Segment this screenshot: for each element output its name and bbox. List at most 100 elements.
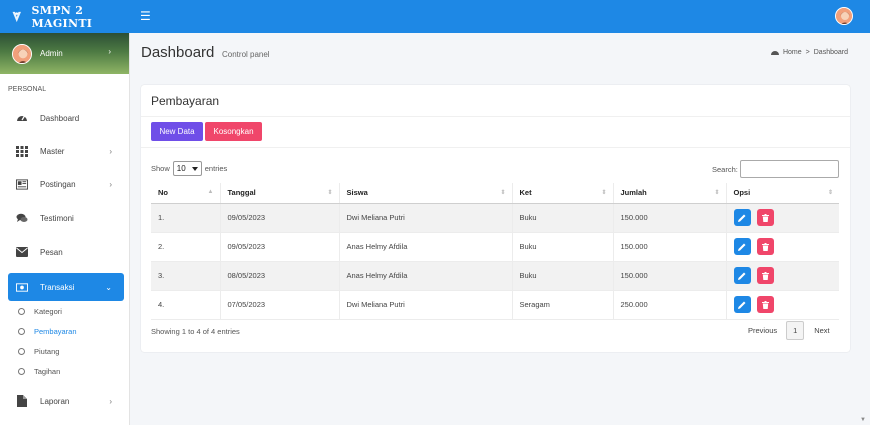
user-name: Admin (40, 49, 63, 58)
sidebar-item-pesan[interactable]: Pesan (8, 238, 124, 266)
chevron-right-icon: › (109, 179, 112, 189)
trash-icon (761, 242, 769, 251)
page-title: Dashboard (141, 44, 215, 61)
show-label: Show (151, 164, 170, 173)
circle-icon (18, 308, 25, 315)
scroll-down-icon[interactable]: ▼ (860, 417, 866, 423)
brand[interactable]: SMPN 2 MAGINTI (0, 0, 130, 33)
show-entries: Show 10 entries (151, 161, 227, 176)
user-avatar (12, 43, 32, 64)
sidebar-item-laporan[interactable]: Laporan › (8, 387, 124, 415)
sort-asc-icon: ▲ (207, 189, 214, 195)
sidebar-subitem-label: Pembayaran (34, 327, 77, 336)
circle-icon (18, 328, 25, 335)
card-title: Pembayaran (151, 94, 220, 108)
sidebar-subitem-pembayaran[interactable]: Pembayaran (18, 327, 77, 336)
edit-button[interactable] (733, 209, 751, 226)
entries-label: entries (204, 164, 228, 173)
sidebar-item-label: Dashboard (40, 113, 80, 123)
new-data-button[interactable]: New Data (151, 122, 203, 141)
column-header-no[interactable]: No ▲ (151, 183, 220, 204)
pembayaran-card: Pembayaran New Data Kosongkan Show 10 en… (141, 85, 850, 352)
chevron-right-icon: › (109, 396, 112, 406)
pencil-icon (738, 301, 746, 309)
chevron-down-icon (191, 166, 198, 171)
trash-icon (761, 300, 769, 309)
table-info: Showing 1 to 4 of 4 entries (151, 327, 240, 336)
delete-button[interactable] (756, 296, 774, 313)
delete-button[interactable] (756, 209, 774, 226)
sidebar-subitem-label: Piutang (34, 347, 60, 356)
column-header-siswa[interactable]: Siswa ⇕ (338, 183, 512, 204)
entries-select[interactable]: 10 (172, 161, 202, 176)
pencil-icon (738, 214, 746, 222)
sidebar-item-label: Testimoni (40, 213, 74, 223)
sort-icon: ⇕ (827, 190, 833, 196)
sort-icon: ⇕ (601, 190, 607, 196)
school-logo-icon (12, 11, 21, 22)
edit-button[interactable] (733, 267, 751, 284)
sidebar: Admin › PERSONAL Dashboard Master › Post… (0, 33, 130, 425)
column-header-jumlah[interactable]: Jumlah ⇕ (612, 183, 726, 204)
sort-icon: ⇕ (327, 190, 333, 196)
table-row: 1. 09/05/2023 Dwi Meliana Putri Buku 150… (151, 203, 839, 233)
edit-button[interactable] (733, 296, 751, 313)
divider (141, 116, 850, 117)
column-header-opsi[interactable]: Opsi ⇕ (725, 183, 839, 204)
table-row: 3. 08/05/2023 Anas Helmy Afdila Buku 150… (151, 261, 839, 291)
edit-button[interactable] (733, 238, 751, 255)
sidebar-item-dashboard[interactable]: Dashboard (8, 104, 124, 132)
breadcrumb-separator: > (805, 49, 810, 56)
sidebar-item-label: Laporan (40, 396, 70, 406)
next-button[interactable]: Next (814, 326, 829, 335)
breadcrumb-home[interactable]: Home (783, 49, 802, 56)
pencil-icon (738, 272, 746, 280)
page-subtitle: Control panel (222, 50, 270, 59)
sidebar-subitem-piutang[interactable]: Piutang (18, 347, 59, 356)
delete-button[interactable] (756, 238, 774, 255)
column-header-ket[interactable]: Ket ⇕ (511, 183, 613, 204)
chevron-right-icon: › (109, 146, 112, 156)
table-header-row: No ▲ Tanggal ⇕ Siswa ⇕ Ket ⇕ Jumlah ⇕ Opsi ⇕ (151, 183, 839, 204)
top-navbar: SMPN 2 MAGINTI ☰ (0, 0, 870, 33)
comments-icon (16, 212, 28, 224)
sidebar-subitem-tagihan[interactable]: Tagihan (18, 367, 60, 376)
previous-button[interactable]: Previous (748, 326, 777, 335)
newspaper-icon (16, 178, 28, 190)
envelope-icon (16, 246, 28, 258)
chevron-down-icon: ⌄ (105, 282, 112, 292)
entries-value: 10 (176, 164, 186, 173)
sidebar-subitem-label: Kategori (34, 307, 62, 316)
sidebar-item-label: Transaksi (40, 282, 75, 292)
sort-icon: ⇕ (714, 190, 720, 196)
breadcrumb: Home > Dashboard (770, 49, 848, 56)
trash-icon (761, 213, 769, 222)
divider (141, 147, 850, 148)
pagination: Previous 1 Next (748, 321, 830, 340)
menu-toggle-icon[interactable]: ☰ (140, 9, 151, 23)
user-avatar-top[interactable] (835, 7, 853, 25)
circle-icon (18, 368, 25, 375)
search-input[interactable] (739, 160, 839, 178)
sidebar-subitem-label: Tagihan (34, 367, 61, 376)
page-button[interactable]: 1 (786, 321, 805, 340)
kosongkan-button[interactable]: Kosongkan (205, 122, 262, 141)
table-row: 4. 07/05/2023 Dwi Meliana Putri Seragam … (151, 290, 839, 320)
tachometer-icon (16, 112, 28, 124)
sidebar-item-label: Postingan (40, 179, 76, 189)
column-header-tanggal[interactable]: Tanggal ⇕ (219, 183, 339, 204)
user-panel[interactable]: Admin › (0, 33, 129, 74)
sidebar-subitem-kategori[interactable]: Kategori (18, 307, 62, 316)
file-icon (16, 395, 28, 407)
avatar-icon (13, 44, 31, 63)
delete-button[interactable] (756, 267, 774, 284)
sort-icon: ⇕ (500, 190, 506, 196)
sidebar-item-label: Master (40, 146, 65, 156)
pencil-icon (738, 243, 746, 251)
brand-name: SMPN 2 MAGINTI (31, 3, 93, 30)
sidebar-item-transaksi[interactable]: Transaksi ⌄ (8, 273, 124, 301)
sidebar-item-postingan[interactable]: Postingan › (8, 170, 124, 198)
sidebar-item-master[interactable]: Master › (8, 137, 124, 165)
sidebar-item-testimoni[interactable]: Testimoni (8, 204, 124, 232)
section-label: PERSONAL (8, 86, 47, 93)
